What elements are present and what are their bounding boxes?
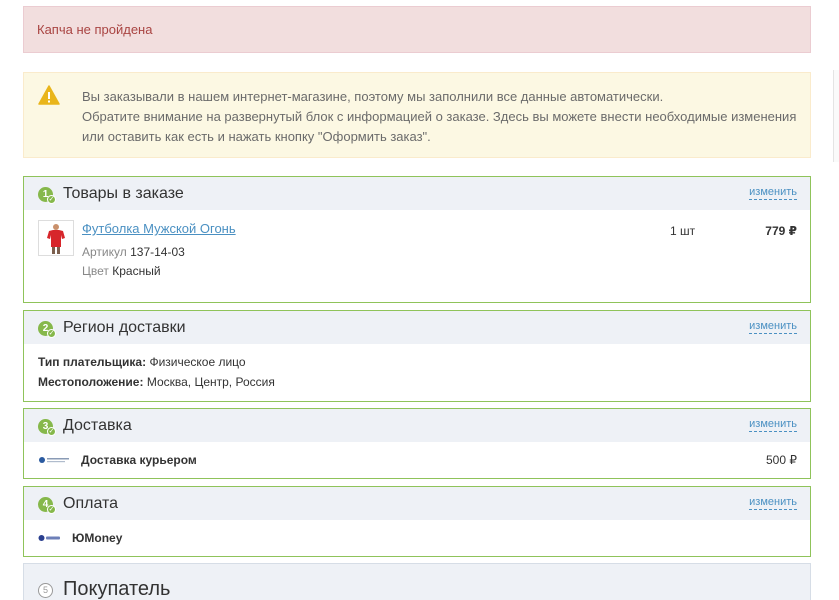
info-line-1: Вы заказывали в нашем интернет-магазине,… [82,89,664,104]
check-icon: ✓ [47,195,56,204]
region-block: 2 ✓ Регион доставки изменить Тип платель… [23,310,811,402]
buyer-block-title: Покупатель [63,578,171,600]
payer-type-row: Тип плательщика: Физическое лицо [38,355,246,369]
region-block-header[interactable]: 2 ✓ Регион доставки изменить [24,311,810,344]
step-badge-5: 5 [38,583,53,598]
step-badge-3: 3 ✓ [38,419,56,436]
info-line-2: Обратите внимание на развернутый блок с … [82,109,797,124]
product-price: 779 ₽ [765,224,797,238]
delivery-block-title: Доставка [63,417,132,434]
basket-block-header[interactable]: 1 ✓ Товары в заказе изменить [24,177,810,210]
region-edit-link[interactable]: изменить [749,320,797,334]
captcha-error-text: Капча не пройдена [37,22,153,37]
product-color: Цвет Красный [82,264,161,278]
payment-block: 4 ✓ Оплата изменить ЮMoney [23,486,811,557]
warning-icon [38,85,60,105]
location-label: Местоположение: [38,375,144,389]
basket-block-title: Товары в заказе [63,185,184,202]
step-badge-1: 1 ✓ [38,187,56,204]
delivery-price: 500 ₽ [766,453,797,467]
courier-logo-icon [39,457,69,463]
basket-block: 1 ✓ Товары в заказе изменить Футболка Му… [23,176,811,303]
region-block-title: Регион доставки [63,319,186,336]
payer-type-label: Тип плательщика: [38,355,147,369]
autofill-info-alert: Вы заказывали в нашем интернет-магазине,… [23,72,811,158]
captcha-error-alert: Капча не пройдена [23,6,811,53]
buyer-block[interactable]: 5 Покупатель [23,563,811,600]
color-label: Цвет [82,264,109,278]
payment-block-title: Оплата [63,495,119,512]
payer-type-value: Физическое лицо [149,355,246,369]
check-icon: ✓ [47,329,56,338]
delivery-method: Доставка курьером [81,453,197,467]
info-line-3: или оставить как есть и нажать кнопку "О… [82,129,431,144]
payment-block-header[interactable]: 4 ✓ Оплата изменить [24,487,810,520]
product-article: Артикул 137-14-03 [82,245,185,259]
location-value: Москва, Центр, Россия [146,375,275,389]
article-label: Артикул [82,245,127,259]
color-value: Красный [112,264,161,278]
delivery-edit-link[interactable]: изменить [749,418,797,432]
page-scroll-edge [833,70,839,162]
location-row: Местоположение: Москва, Центр, Россия [38,375,275,389]
payment-method: ЮMoney [72,531,123,545]
product-thumbnail[interactable] [38,220,74,256]
tshirt-image [47,224,65,254]
step-badge-2: 2 ✓ [38,321,56,338]
delivery-block: 3 ✓ Доставка изменить Доставка курьером … [23,408,811,479]
yoomoney-logo-icon [38,535,60,541]
product-name-link[interactable]: Футболка Мужской Огонь [82,221,236,236]
product-quantity: 1 шт [670,224,696,238]
basket-edit-link[interactable]: изменить [749,186,797,200]
payment-edit-link[interactable]: изменить [749,496,797,510]
step-badge-4: 4 ✓ [38,497,56,514]
check-icon: ✓ [47,505,56,514]
check-icon: ✓ [47,427,56,436]
article-value: 137-14-03 [130,245,185,259]
delivery-block-header[interactable]: 3 ✓ Доставка изменить [24,409,810,442]
